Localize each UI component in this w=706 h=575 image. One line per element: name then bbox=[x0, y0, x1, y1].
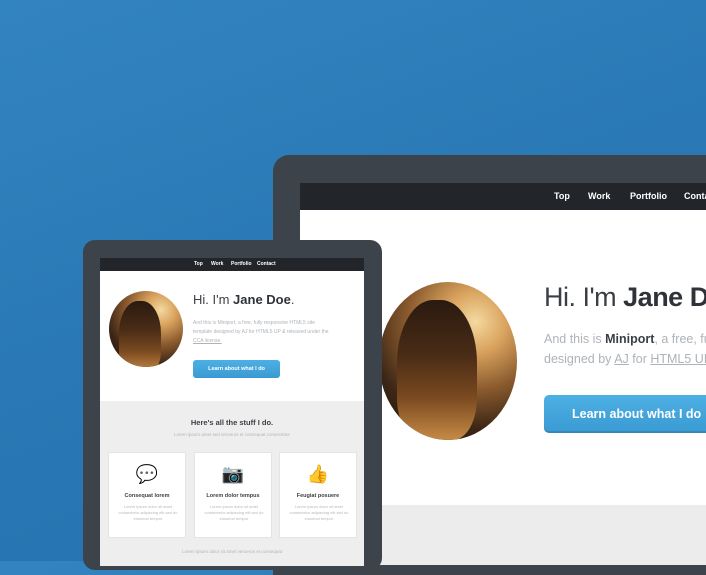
tablet-avatar bbox=[109, 291, 183, 367]
tablet-nav-bar: Top Work Portfolio Contact bbox=[100, 258, 364, 271]
feature-card-text: Lorem ipsum dolor sit amet consectetur a… bbox=[289, 504, 349, 521]
tablet-nav-portfolio-link[interactable]: Portfolio bbox=[231, 261, 252, 267]
feature-card: 👍 Feugiat posuere Lorem ipsum dolor sit … bbox=[279, 452, 357, 538]
feature-card-title: Feugiat posuere bbox=[296, 493, 340, 499]
tablet-page-title: Hi. I'm Jane Doe. bbox=[193, 292, 295, 307]
nav-top-link[interactable]: Top bbox=[554, 191, 570, 201]
feature-card-title: Lorem dolor tempus bbox=[206, 493, 260, 499]
feature-card: 📷 Lorem dolor tempus Lorem ipsum dolor s… bbox=[194, 452, 272, 538]
tablet-nav-work-link[interactable]: Work bbox=[211, 261, 223, 267]
feature-card-title: Consequat lorem bbox=[124, 493, 170, 499]
tablet-license-link[interactable]: CCA license. bbox=[193, 338, 222, 344]
tablet-intro-line-2: template designed by AJ for HTML5 UP & r… bbox=[193, 329, 329, 335]
features-footer-text: Lorem ipsum dolor sit amet veroeros et c… bbox=[181, 549, 283, 554]
nav-work-link[interactable]: Work bbox=[588, 191, 610, 201]
tablet-intro-line-1: And this is Miniport, a free, fully resp… bbox=[193, 320, 315, 326]
features-subheading: Lorem ipsum amet sed veroeros et consequ… bbox=[173, 432, 291, 437]
author-link[interactable]: AJ bbox=[614, 352, 629, 366]
thumbs-up-icon: 👍 bbox=[306, 464, 330, 484]
feature-card-text: Lorem ipsum dolor sit amet consectetur a… bbox=[204, 504, 264, 521]
desktop-nav-bar: Top Work Portfolio Conta bbox=[300, 183, 706, 210]
tablet-nav-contact-link[interactable]: Contact bbox=[257, 261, 276, 267]
camera-icon: 📷 bbox=[221, 464, 245, 484]
page-title: Hi. I'm Jane Do bbox=[544, 282, 706, 312]
nav-portfolio-link[interactable]: Portfolio bbox=[630, 191, 667, 201]
features-heading: Here's all the stuff I do. bbox=[190, 418, 274, 427]
intro-text-line-2: designed by AJ for HTML5 UP a bbox=[544, 352, 706, 366]
comments-icon: 💬 bbox=[135, 464, 159, 484]
tablet-nav-top-link[interactable]: Top bbox=[194, 261, 203, 267]
intro-text-line-1: And this is Miniport, a free, fu bbox=[544, 332, 706, 346]
learn-more-button[interactable]: Learn about what I do bbox=[544, 395, 706, 433]
feature-card-text: Lorem ipsum dolor sit amet consectetur a… bbox=[118, 504, 178, 521]
html5up-link[interactable]: HTML5 UP bbox=[650, 352, 706, 366]
nav-contact-link[interactable]: Conta bbox=[684, 191, 706, 201]
tablet-learn-more-button[interactable]: Learn about what I do bbox=[193, 360, 280, 378]
avatar bbox=[379, 282, 517, 440]
feature-card: 💬 Consequat lorem Lorem ipsum dolor sit … bbox=[108, 452, 186, 538]
